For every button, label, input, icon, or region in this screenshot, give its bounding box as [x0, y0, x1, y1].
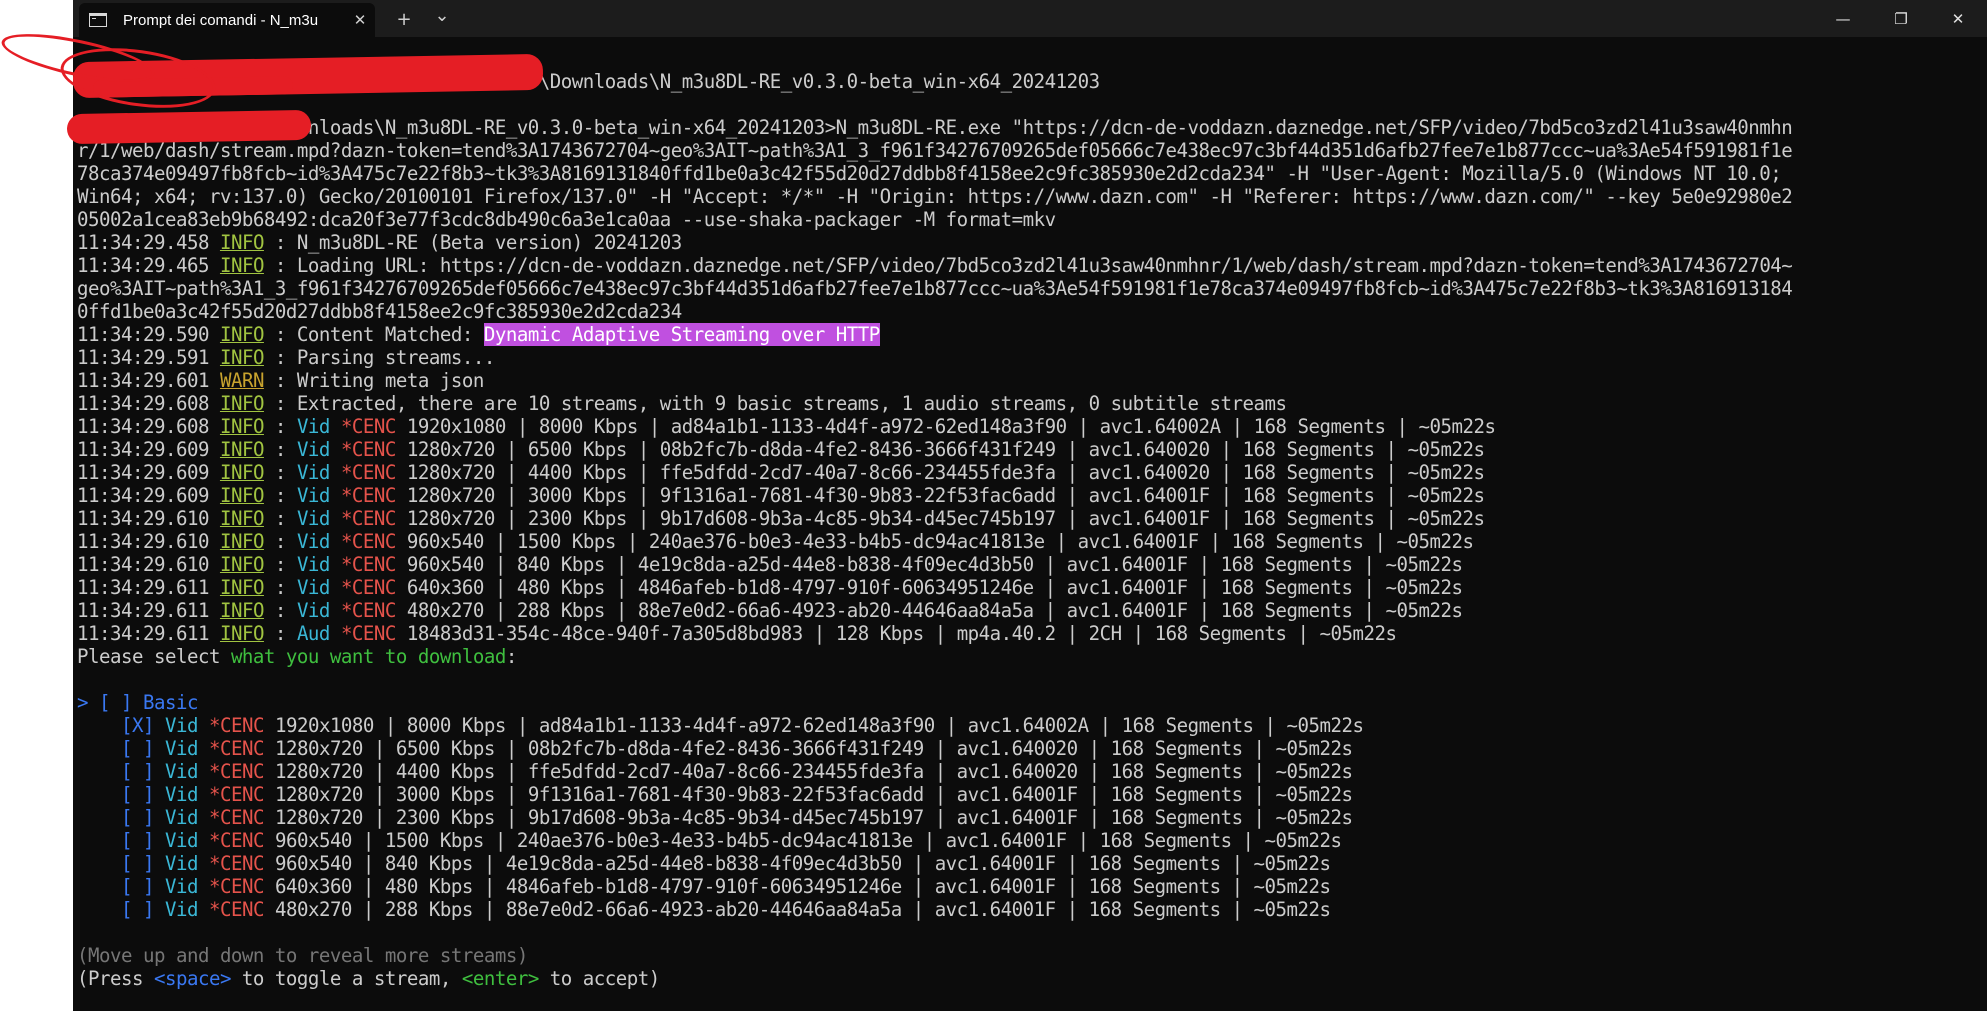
stream-option[interactable]: [ ] Vid *CENC 1280x720 | 4400 Kbps | ffe… — [77, 760, 1981, 783]
stream-option[interactable]: [ ] Vid *CENC 960x540 | 840 Kbps | 4e19c… — [77, 852, 1981, 875]
close-button[interactable]: ✕ — [1929, 0, 1987, 37]
command-line: ownloads\N_m3u8DL-RE_v0.3.0-beta_win-x64… — [77, 116, 1793, 139]
stream-row: 11:34:29.609 INFO : Vid *CENC 1280x720 |… — [77, 484, 1485, 507]
stream-option[interactable]: [ ] Vid *CENC 960x540 | 1500 Kbps | 240a… — [77, 829, 1981, 852]
command-line: Win64; x64; rv:137.0) Gecko/20100101 Fir… — [77, 185, 1793, 208]
command-line: 78ca374e09497fb8fcb~id%3A475c7e22f8b3~tk… — [77, 162, 1782, 185]
checkbox: [X] — [120, 714, 155, 737]
stream-row: 11:34:29.610 INFO : Vid *CENC 960x540 | … — [77, 553, 1463, 576]
chevron-down-icon[interactable]: ⌄ — [426, 0, 458, 30]
checkbox: [ ] — [120, 760, 155, 783]
command-line: 05002a1cea83eb9b68492:dca20f3e77f3cdc8db… — [77, 208, 1056, 231]
log-line: 11:34:29.591 INFO : Parsing streams... — [77, 346, 495, 369]
stream-option[interactable]: [ ] Vid *CENC 1280x720 | 2300 Kbps | 9b1… — [77, 806, 1981, 829]
redaction-mark — [66, 109, 312, 145]
log-line: 11:34:29.608 INFO : Extracted, there are… — [77, 392, 1287, 415]
matched-highlight: Dynamic Adaptive Streaming over HTTP — [483, 323, 880, 346]
key-hint: (Press <space> to toggle a stream, <ente… — [77, 967, 660, 990]
stream-row: 11:34:29.609 INFO : Vid *CENC 1280x720 |… — [77, 438, 1485, 461]
log-line: 11:34:29.601 WARN : Writing meta json — [77, 369, 484, 392]
stream-option[interactable]: [ ] Vid *CENC 1280x720 | 6500 Kbps | 08b… — [77, 737, 1981, 760]
stream-row: 11:34:29.611 INFO : Vid *CENC 480x270 | … — [77, 599, 1463, 622]
stream-row: 11:34:29.610 INFO : Vid *CENC 960x540 | … — [77, 530, 1474, 553]
stream-row: 11:34:29.611 INFO : Vid *CENC 640x360 | … — [77, 576, 1463, 599]
tab-command-prompt[interactable]: Prompt dei comandi - N_m3u ✕ — [79, 3, 375, 37]
stream-row: 11:34:29.611 INFO : Aud *CENC 18483d31-3… — [77, 622, 1397, 645]
command-line: r/1/web/dash/stream.mpd?dazn-token=tend%… — [77, 139, 1793, 162]
tab-close-icon[interactable]: ✕ — [345, 11, 375, 29]
checkbox: [ ] — [120, 829, 155, 852]
maximize-button[interactable]: ❐ — [1872, 0, 1930, 37]
select-prompt: Please select what you want to download: — [77, 645, 517, 668]
stream-option[interactable]: [X] Vid *CENC 1920x1080 | 8000 Kbps | ad… — [77, 714, 1981, 737]
scroll-hint: (Move up and down to reveal more streams… — [77, 944, 528, 967]
checkbox: [ ] — [120, 852, 155, 875]
stream-option[interactable]: [ ] Vid *CENC 480x270 | 288 Kbps | 88e7e… — [77, 898, 1981, 921]
checkbox: [ ] — [120, 875, 155, 898]
stream-option[interactable]: [ ] Vid *CENC 640x360 | 480 Kbps | 4846a… — [77, 875, 1981, 898]
terminal-output[interactable]: \Downloads\N_m3u8DL-RE_v0.3.0-beta_win-x… — [77, 70, 1981, 990]
minimize-button[interactable]: — — [1814, 0, 1872, 37]
stream-row: 11:34:29.610 INFO : Vid *CENC 1280x720 |… — [77, 507, 1485, 530]
log-line: 11:34:29.458 INFO : N_m3u8DL-RE (Beta ve… — [77, 231, 682, 254]
log-line-wrap: geo%3AIT~path%3A1_3_f961f34276709265def0… — [77, 277, 1793, 300]
stream-option[interactable]: [ ] Vid *CENC 1280x720 | 3000 Kbps | 9f1… — [77, 783, 1981, 806]
checkbox: [ ] — [120, 898, 155, 921]
terminal-icon — [89, 13, 107, 27]
checkbox: [ ] — [120, 783, 155, 806]
tab-title: Prompt dei comandi - N_m3u — [123, 11, 319, 29]
log-line: 11:34:29.465 INFO : Loading URL: https:/… — [77, 254, 1793, 277]
checkbox: [ ] — [120, 806, 155, 829]
stream-row: 11:34:29.608 INFO : Vid *CENC 1920x1080 … — [77, 415, 1496, 438]
checkbox: [ ] — [120, 737, 155, 760]
log-line-wrap: 0ffd1be0a3c42f55d20d27ddbb8f4158ee2c9fc3… — [77, 300, 682, 323]
log-line: 11:34:29.590 INFO : Content Matched: Dyn… — [77, 323, 880, 346]
group-basic[interactable]: > [ ] Basic — [77, 691, 1981, 714]
tab-bar: Prompt dei comandi - N_m3u ✕ + ⌄ — ❐ ✕ — [73, 0, 1987, 37]
stream-row: 11:34:29.609 INFO : Vid *CENC 1280x720 |… — [77, 461, 1485, 484]
new-tab-button[interactable]: + — [388, 4, 420, 34]
terminal-window: Prompt dei comandi - N_m3u ✕ + ⌄ — ❐ ✕ \… — [66, 0, 1987, 1011]
